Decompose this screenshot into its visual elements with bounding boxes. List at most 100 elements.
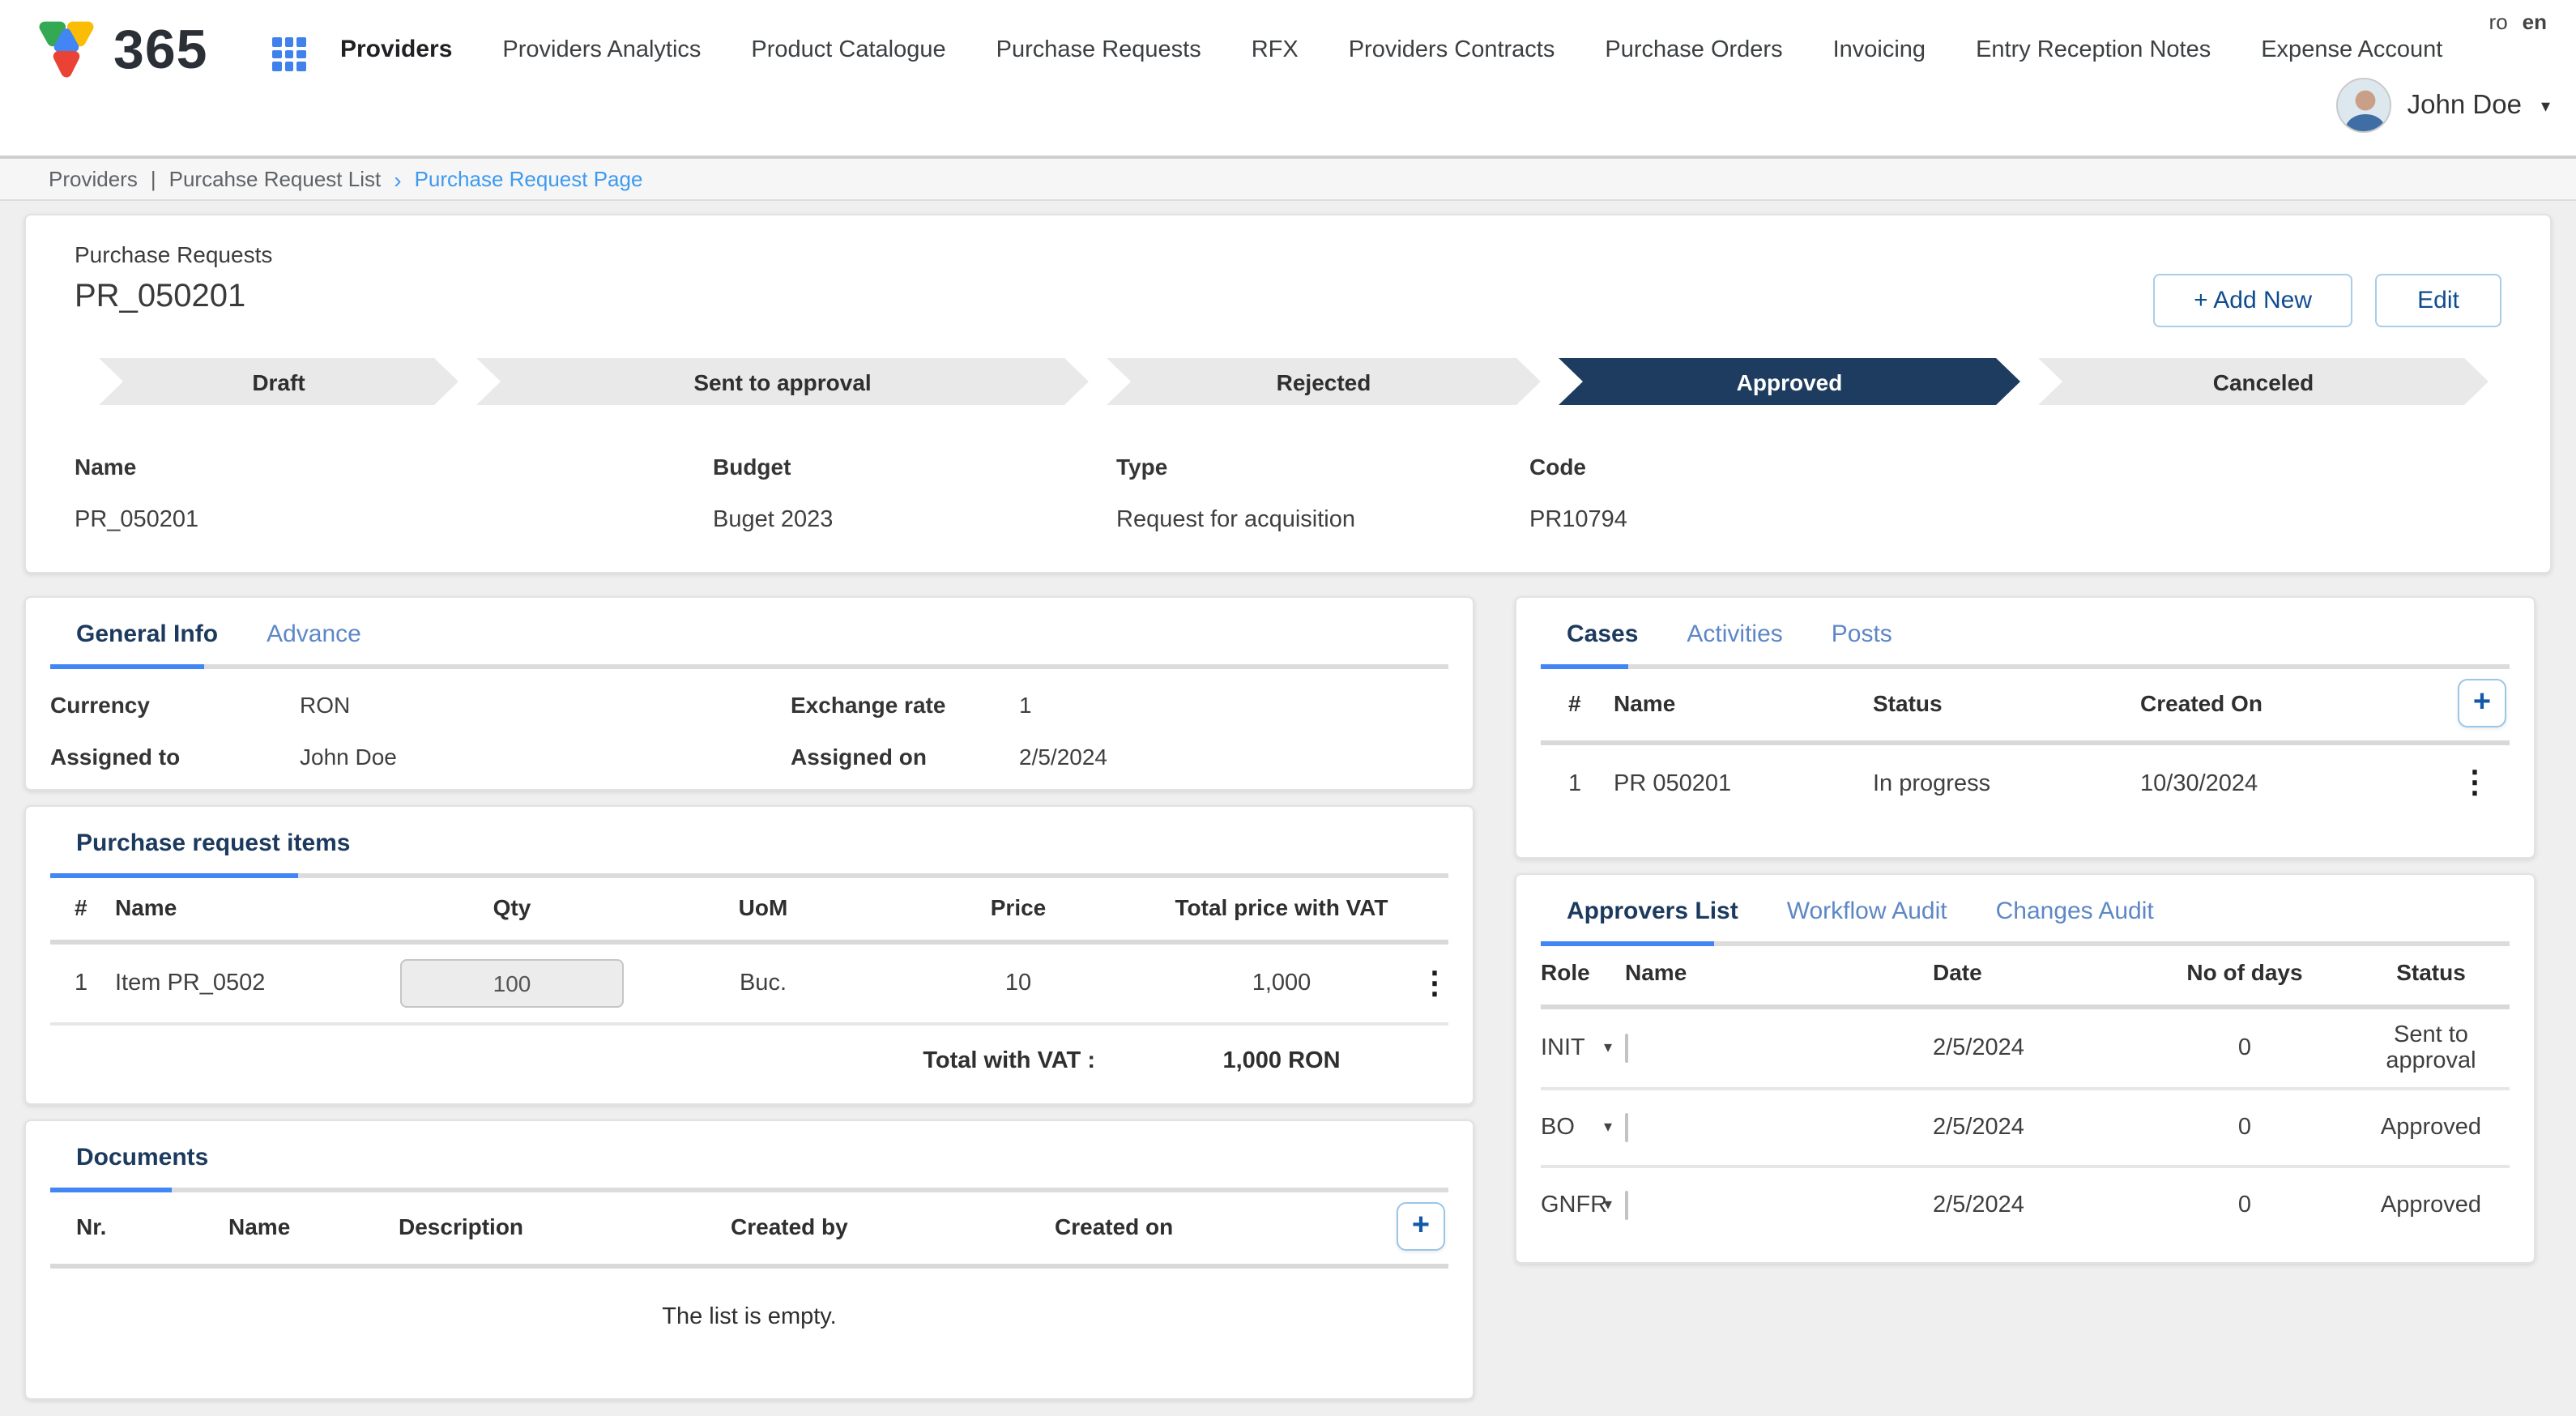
tab-workflow-audit[interactable]: Workflow Audit [1787,898,1947,925]
breadcrumb: Providers | Purcahse Request List › Purc… [0,159,2576,201]
field-code-label: Code [1529,454,2526,480]
approver-row-gnfr: GNFR ▾ 2/5/2024 0 Approved [1541,1168,2510,1243]
add-document-button[interactable]: + [1397,1202,1445,1251]
nav-expense-account[interactable]: Expense Account [2261,36,2442,62]
col-name: Name [1614,690,1873,716]
tab-underline [50,873,1448,878]
chevron-down-icon: ▾ [1604,1196,1612,1214]
nav-invoicing[interactable]: Invoicing [1833,36,1926,62]
assigned-to-value: John Doe [300,744,791,770]
step-rejected: Rejected [1107,358,1541,405]
tab-underline [50,664,1448,669]
add-new-button[interactable]: + Add New [2153,274,2352,327]
edit-button[interactable]: Edit [2375,274,2501,327]
items-total-row: Total with VAT : 1,000 RON [50,1026,1448,1084]
chevron-down-icon: ▾ [1604,1119,1612,1137]
tab-documents[interactable]: Documents [76,1144,208,1171]
tab-approvers-list[interactable]: Approvers List [1567,898,1738,925]
tab-underline [1541,941,2510,946]
case-num: 1 [1541,770,1614,796]
approver-role: INIT [1541,1035,1625,1061]
step-sent-to-approval: Sent to approval [476,358,1089,405]
exchange-rate-value: 1 [1019,692,1448,718]
chevron-down-icon: ▾ [1604,1039,1612,1057]
nav-purchase-orders[interactable]: Purchase Orders [1605,36,1782,62]
col-name: Name [1625,959,1933,985]
cases-table-header: # Name Status Created On + [1541,669,2510,740]
add-case-button[interactable]: + [2458,679,2506,727]
tab-activities[interactable]: Activities [1687,621,1782,648]
nav-providers[interactable]: Providers [340,36,452,63]
user-menu[interactable]: John Doe ▾ [2336,78,2550,133]
col-name: Name [115,894,390,920]
approver-row-init: INIT ▾ 2/5/2024 0 Sent to approval [1541,1009,2510,1087]
user-avatar [2336,78,2391,133]
item-price: 10 [893,970,1144,996]
col-price: Price [893,894,1144,920]
approver-status: Sent to approval [2362,1022,2510,1074]
app-logo[interactable]: 365 [29,15,207,86]
tab-purchase-request-items[interactable]: Purchase request items [76,830,351,857]
approver-name-select[interactable]: ▾ [1625,1113,1628,1142]
field-type-label: Type [1116,454,1529,480]
assigned-on-label: Assigned on [791,744,1019,770]
approvers-tabs: Approvers List Workflow Audit Changes Au… [1541,891,2510,941]
assigned-to-label: Assigned to [50,744,300,770]
lang-en[interactable]: en [2523,10,2547,34]
documents-table-header: Nr. Name Description Created by Created … [50,1192,1448,1264]
status-stepper: Draft Sent to approval Rejected Approved… [99,358,2489,405]
col-nr: Nr. [50,1213,228,1239]
nav-rfx[interactable]: RFX [1252,36,1299,62]
purchase-request-header-card: Purchase Requests PR_050201 + Add New Ed… [24,214,2552,574]
nav-purchase-requests[interactable]: Purchase Requests [996,36,1201,62]
top-bar: 365 Providers Providers Analytics Produc… [0,0,2576,159]
total-with-vat-value: 1,000 RON [1144,1048,1419,1074]
tab-advance[interactable]: Advance [267,621,361,648]
app-grid-icon[interactable] [272,37,306,71]
row-menu-icon[interactable]: ⋮ [2432,768,2510,799]
cases-card: Cases Activities Posts # Name Status Cre… [1515,596,2535,859]
col-name: Name [228,1213,399,1239]
approver-name-select[interactable]: ▾ [1625,1034,1628,1063]
breadcrumb-purchase-request-list[interactable]: Purcahse Request List [169,167,382,191]
tab-cases[interactable]: Cases [1567,621,1638,648]
breadcrumb-separator: | [151,167,156,191]
tab-posts[interactable]: Posts [1832,621,1892,648]
chevron-down-icon: ▾ [2541,95,2550,116]
logo-text: 365 [113,19,207,82]
item-row: 1 Item PR_0502 Buc. 10 1,000 ⋮ [50,945,1448,1022]
general-info-card: General Info Advance Currency RON Exchan… [24,596,1474,791]
field-budget-label: Budget [713,454,1116,480]
general-info-tabs: General Info Advance [50,614,1448,664]
documents-empty-message: The list is empty. [50,1269,1448,1379]
col-created-on: Created on [1055,1213,1330,1239]
col-created-on: Created On [2140,690,2432,716]
col-description: Description [399,1213,731,1239]
field-budget-value: Buget 2023 [713,507,1116,533]
lang-ro[interactable]: ro [2489,10,2508,34]
approver-days: 0 [2127,1192,2362,1218]
breadcrumb-providers[interactable]: Providers [49,167,138,191]
field-budget: Budget Buget 2023 [713,454,1116,533]
breadcrumb-purchase-request-page[interactable]: Purchase Request Page [415,167,643,191]
col-created-by: Created by [731,1213,1055,1239]
tab-underline [1541,664,2510,669]
tab-changes-audit[interactable]: Changes Audit [1996,898,2154,925]
approver-date: 2/5/2024 [1933,1192,2127,1218]
approvers-table-header: Role Name Date No of days Status [1541,946,2510,1004]
nav-entry-reception-notes[interactable]: Entry Reception Notes [1976,36,2211,62]
tab-general-info[interactable]: General Info [76,621,218,648]
row-menu-icon[interactable]: ⋮ [1419,968,1469,999]
nav-product-catalogue[interactable]: Product Catalogue [751,36,945,62]
tab-underline [50,1188,1448,1192]
app-window: 365 Providers Providers Analytics Produc… [0,0,2576,1348]
col-no-of-days: No of days [2127,959,2362,985]
nav-providers-analytics[interactable]: Providers Analytics [502,36,701,62]
nav-providers-contracts[interactable]: Providers Contracts [1349,36,1555,62]
qty-input[interactable] [400,959,624,1008]
items-table-header: # Name Qty UoM Price Total price with VA… [50,878,1448,940]
item-total: 1,000 [1144,970,1419,996]
approver-name-select[interactable]: ▾ [1625,1191,1628,1220]
item-num: 1 [50,970,115,996]
user-name: John Doe [2408,90,2522,121]
